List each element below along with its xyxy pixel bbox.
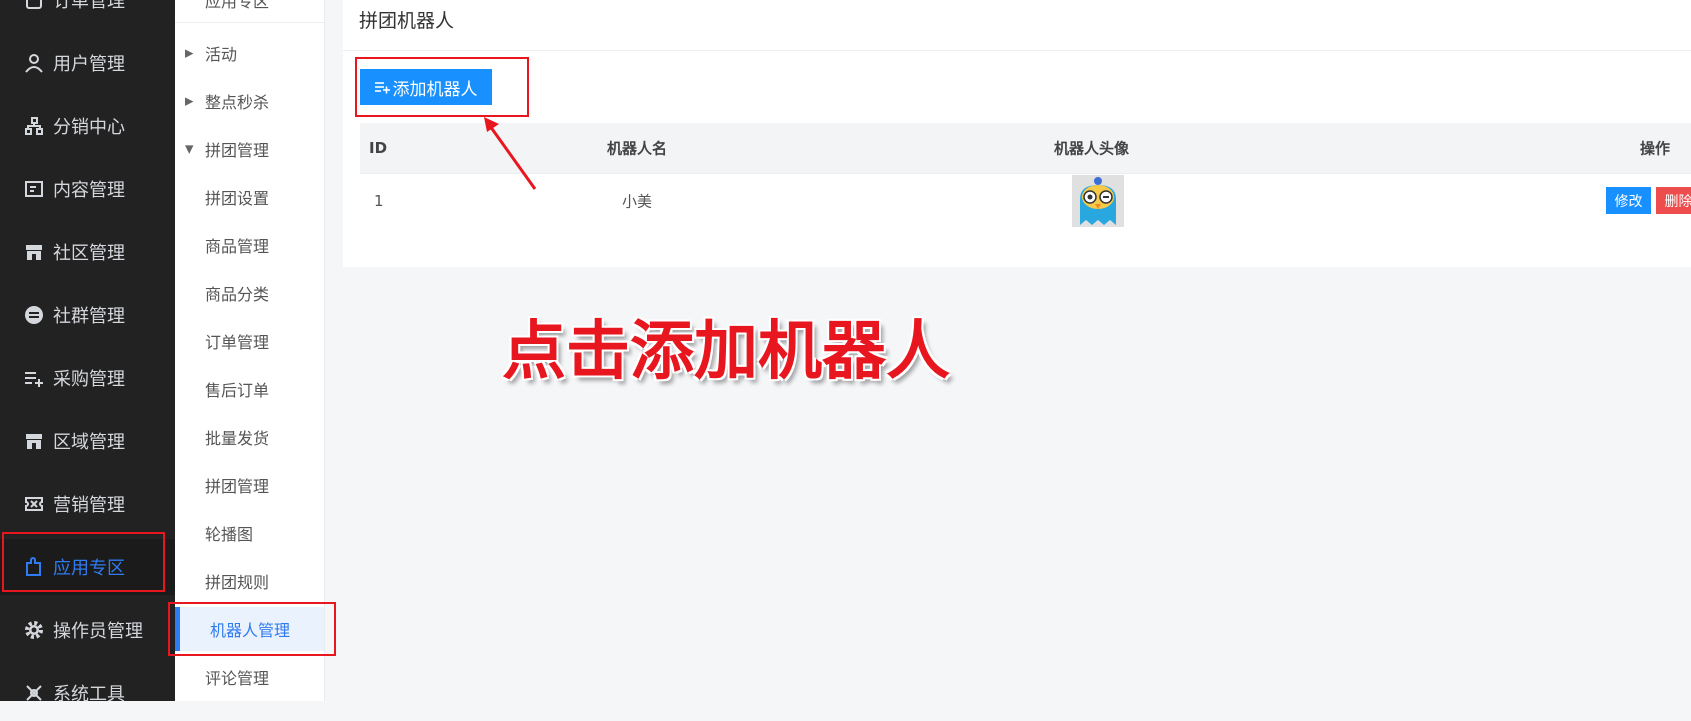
annotation-text: 点击添加机器人 (502, 315, 950, 389)
